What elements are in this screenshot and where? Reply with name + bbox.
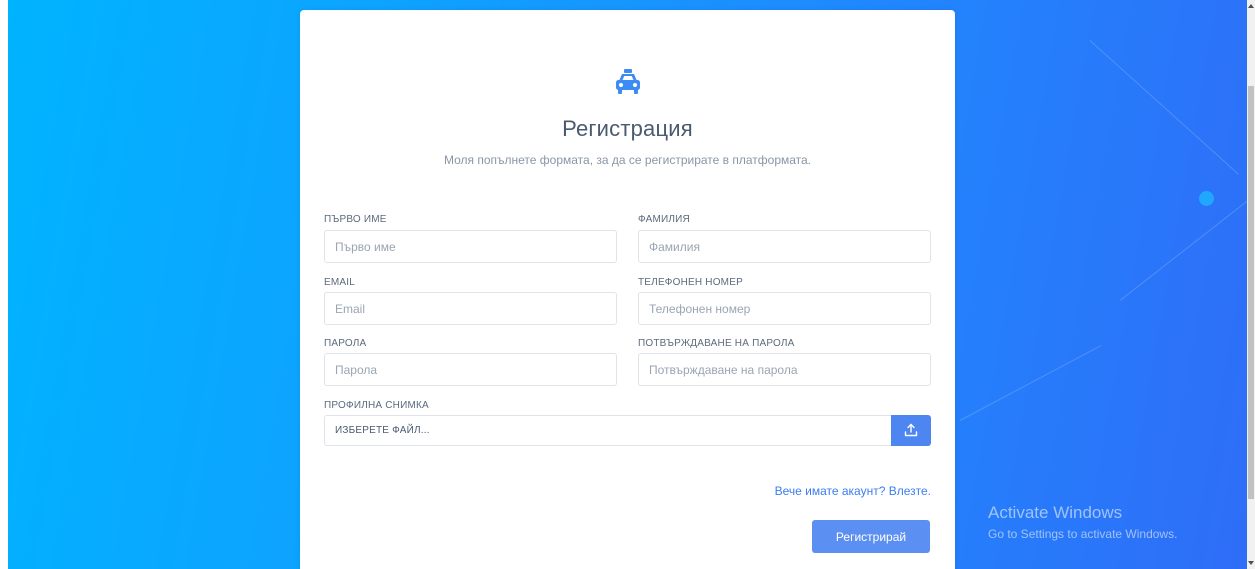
phone-label: Телефонен номер (638, 277, 743, 288)
password-confirm-label: Потвърждаване на парола (638, 338, 795, 349)
background-decoration-line (959, 344, 1102, 421)
watermark-title: Activate Windows (988, 503, 1123, 522)
profile-picture-label: Профилна снимка (324, 400, 429, 411)
page-scrollbar[interactable] (1247, 0, 1255, 569)
phone-input[interactable] (638, 292, 931, 325)
password-input[interactable] (324, 353, 617, 386)
register-button[interactable]: Регистрирай (812, 520, 930, 553)
login-link[interactable]: Вече имате акаунт? Влезте. (775, 484, 931, 498)
scroll-up-arrow-icon[interactable] (1248, 4, 1254, 8)
profile-picture-file-input[interactable]: ИЗБЕРЕТЕ ФАЙЛ... (324, 415, 891, 446)
last-name-label: Фамилия (638, 214, 690, 225)
background-decoration-line (1089, 40, 1239, 175)
password-confirm-input[interactable] (638, 353, 931, 386)
scrollbar-thumb[interactable] (1248, 86, 1254, 499)
page-subtitle: Моля попълнете формата, за да се регистр… (443, 153, 812, 167)
watermark-subtitle: Go to Settings to activate Windows. (988, 527, 1178, 541)
upload-icon (904, 423, 918, 437)
first-name-label: Първо име (324, 214, 387, 225)
taxi-icon (616, 69, 640, 94)
email-input[interactable] (324, 292, 617, 325)
background-decoration-line (1119, 189, 1255, 301)
registration-card: Регистрация Моля попълнете формата, за д… (300, 10, 955, 569)
password-label: Парола (324, 338, 367, 349)
last-name-input[interactable] (638, 230, 931, 263)
page-title: Регистрация (562, 116, 693, 141)
left-edge-strip (0, 0, 8, 569)
first-name-input[interactable] (324, 230, 617, 263)
upload-button[interactable] (891, 415, 931, 446)
page-background: Регистрация Моля попълнете формата, за д… (0, 0, 1255, 569)
background-decoration-dot (1199, 191, 1214, 206)
windows-activation-watermark: Activate Windows Go to Settings to activ… (988, 503, 1177, 541)
email-label: Email (324, 277, 356, 288)
scroll-down-arrow-icon[interactable] (1248, 561, 1254, 565)
